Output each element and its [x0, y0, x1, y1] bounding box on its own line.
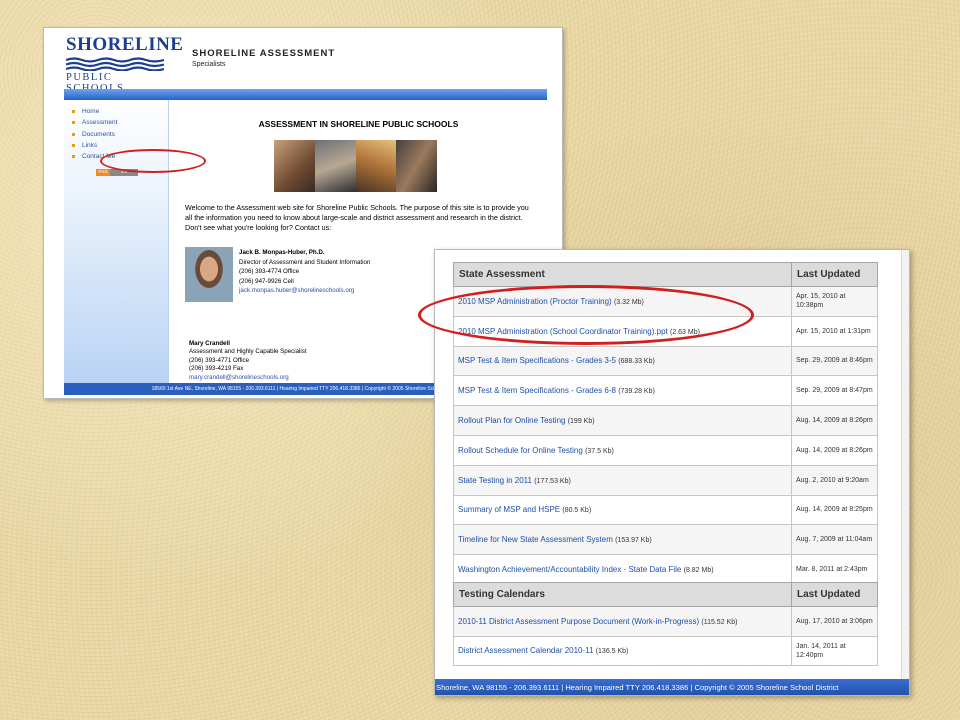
page-title: ASSESSMENT IN SHORELINE PUBLIC SCHOOLS	[258, 119, 459, 129]
document-cell[interactable]: Summary of MSP and HSPE (80.5 Kb)	[453, 494, 792, 526]
last-updated-cell: Sep. 29, 2009 at 8:46pm	[791, 345, 878, 377]
column-header-updated: Last Updated	[791, 582, 878, 607]
document-cell[interactable]: State Testing in 2011 (177.53 Kb)	[453, 464, 792, 496]
contact-cell-phone: (206) 947-9926 Cell	[239, 277, 294, 285]
document-cell[interactable]: MSP Test & Item Specifications - Grades …	[453, 345, 792, 377]
last-updated-cell: Apr. 15, 2010 at 1:31pm	[791, 315, 878, 347]
document-cell[interactable]: Washington Achievement/Accountability In…	[453, 554, 792, 585]
table-row: Washington Achievement/Accountability In…	[453, 554, 878, 585]
welcome-text: Welcome to the Assessment web site for S…	[185, 203, 529, 232]
document-link[interactable]: Washington Achievement/Accountability In…	[458, 565, 681, 574]
document-link[interactable]: Rollout Plan for Online Testing	[458, 416, 565, 425]
file-size: (136.5 Kb)	[595, 648, 629, 656]
document-cell[interactable]: MSP Test & Item Specifications - Grades …	[453, 375, 792, 407]
column-header-updated: Last Updated	[791, 262, 878, 287]
contact-title: Assessment and Highly Capable Specialist	[189, 348, 307, 356]
document-cell[interactable]: 2010-11 District Assessment Purpose Docu…	[453, 606, 792, 637]
nav-item-documents[interactable]: Documents	[70, 129, 117, 140]
document-link[interactable]: Rollout Schedule for Online Testing	[458, 446, 583, 455]
document-link[interactable]: State Testing in 2011	[458, 476, 532, 485]
nav-item-home[interactable]: Home	[70, 106, 117, 117]
contact-card-director: Jack B. Monpas-Huber, Ph.D. Director of …	[239, 248, 370, 296]
photo-panel	[396, 140, 437, 192]
highlight-ring-documents	[100, 149, 206, 173]
file-size: (80.5 Kb)	[562, 507, 592, 515]
document-cell[interactable]: Rollout Plan for Online Testing (199 Kb)	[453, 405, 792, 436]
file-size: (688.33 Kb)	[618, 358, 655, 366]
last-updated-cell: Aug. 7, 2009 at 11:04am	[791, 524, 878, 556]
header-bar	[64, 89, 547, 100]
last-updated-cell: Jan. 14, 2011 at 12:40pm	[791, 635, 878, 666]
document-cell[interactable]: District Assessment Calendar 2010-11 (13…	[453, 635, 792, 666]
waves-icon	[66, 57, 164, 71]
column-header-document: State Assessment	[453, 262, 792, 287]
photo-panel	[274, 140, 315, 192]
document-link[interactable]: MSP Test & Item Specifications - Grades …	[458, 386, 616, 395]
vertical-scrollbar[interactable]	[901, 250, 909, 679]
file-size: (199 Kb)	[567, 418, 595, 426]
students-photo	[274, 140, 437, 192]
last-updated-cell: Aug. 14, 2009 at 8:25pm	[791, 494, 878, 526]
last-updated-cell: Apr. 15, 2010 at 10:38pm	[791, 286, 878, 317]
contact-photo	[185, 247, 233, 302]
document-link[interactable]: MSP Test & Item Specifications - Grades …	[458, 356, 616, 365]
last-updated-cell: Aug. 14, 2009 at 8:26pm	[791, 434, 878, 466]
rss-badge-label: RSS	[96, 169, 110, 176]
contact-office-phone: (206) 393-4771 Office	[189, 356, 250, 364]
site-title: SHORELINE ASSESSMENT	[192, 48, 336, 59]
highlight-ring-msp-documents	[418, 285, 754, 345]
contact-name: Jack B. Monpas-Huber, Ph.D.	[239, 249, 325, 256]
site-footer: Shoreline, WA 98155 - 206.393.6111 | Hea…	[435, 679, 909, 695]
site-subtitle: Specialists	[192, 61, 226, 68]
document-link[interactable]: Timeline for New State Assessment System	[458, 535, 613, 544]
file-size: (8.82 Mb)	[683, 567, 714, 575]
document-link[interactable]: 2010-11 District Assessment Purpose Docu…	[458, 617, 699, 626]
table-row: State Testing in 2011 (177.53 Kb) Aug. 2,…	[453, 464, 878, 496]
nav-item-assessment[interactable]: Assessment	[70, 117, 117, 128]
contact-email-link[interactable]: mary.crandell@shorelineschools.org	[189, 374, 307, 382]
file-size: (739.28 Kb)	[618, 388, 655, 396]
file-size: (37.5 Kb)	[585, 447, 614, 455]
table-row: MSP Test & Item Specifications - Grades …	[453, 345, 878, 377]
table-row: Timeline for New State Assessment System…	[453, 524, 878, 556]
document-cell[interactable]: Rollout Schedule for Online Testing (37.…	[453, 434, 792, 466]
table-row: Rollout Schedule for Online Testing (37.…	[453, 434, 878, 466]
photo-panel	[314, 140, 356, 192]
table-row: 2010-11 District Assessment Purpose Docu…	[453, 606, 878, 637]
table-row: Summary of MSP and HSPE (80.5 Kb) Aug. 14…	[453, 494, 878, 526]
contact-fax: (206) 393-4219 Fax	[189, 365, 244, 373]
shoreline-logo[interactable]: SHORELINE PUBLIC SCHOOLS	[66, 34, 184, 94]
table-row: MSP Test & Item Specifications - Grades …	[453, 375, 878, 407]
file-size: (153.97 Kb)	[615, 537, 652, 545]
contact-title: Director of Assessment and Student Infor…	[239, 258, 371, 266]
table-row: District Assessment Calendar 2010-11 (13…	[453, 635, 878, 666]
logo-wordmark: SHORELINE	[66, 34, 184, 55]
last-updated-cell: Aug. 17, 2010 at 3:06pm	[791, 606, 878, 637]
last-updated-cell: Aug. 14, 2009 at 8:26pm	[791, 405, 878, 436]
site-header: SHORELINE PUBLIC SCHOOLS SHORELINE ASSES…	[44, 28, 562, 94]
file-size: (115.52 Kb)	[701, 618, 738, 626]
testing-calendars-table: Testing Calendars Last Updated 2010-11 D…	[453, 582, 878, 666]
document-link[interactable]: Summary of MSP and HSPE	[458, 505, 560, 514]
contact-email-link[interactable]: jack.monpas.huber@shorelineschools.org	[239, 286, 370, 296]
contact-name: Mary Crandell	[189, 340, 230, 347]
column-header-document: Testing Calendars	[453, 582, 792, 607]
last-updated-cell: Sep. 29, 2009 at 8:47pm	[791, 375, 878, 407]
last-updated-cell: Mar. 8, 2011 at 2:43pm	[791, 554, 878, 585]
document-cell[interactable]: Timeline for New State Assessment System…	[453, 524, 792, 556]
sidebar: Home Assessment Documents Links Contact …	[64, 100, 169, 384]
photo-panel	[355, 140, 397, 192]
document-link[interactable]: District Assessment Calendar 2010-11	[458, 646, 593, 655]
contact-card-specialist: Mary Crandell Assessment and Highly Capa…	[189, 340, 307, 382]
file-size: (177.53 Kb)	[534, 477, 571, 485]
nav-item-links[interactable]: Links	[70, 140, 117, 151]
table-row: Rollout Plan for Online Testing (199 Kb)…	[453, 405, 878, 436]
last-updated-cell: Aug. 2, 2010 at 9:20am	[791, 464, 878, 496]
contact-office-phone: (206) 393-4774 Office	[239, 268, 300, 276]
